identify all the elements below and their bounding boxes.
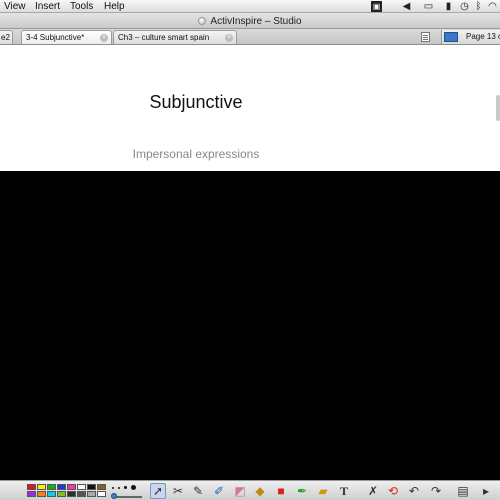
bluetooth-icon[interactable]: ᛒ [473,1,484,12]
close-icon[interactable]: × [225,34,233,42]
menu-help[interactable]: Help [104,0,125,13]
clear-icon[interactable]: ✗ [365,483,381,499]
menu-view[interactable]: View [4,0,26,13]
color-swatch[interactable] [77,484,86,490]
color-swatch[interactable] [27,484,36,490]
tab-bar: e2 3-4 Subjunctive* × Ch3 – culture smar… [0,29,500,45]
battery-icon[interactable]: ▮ [443,1,454,12]
document-icon [198,17,207,25]
title-bar: ActivInspire – Studio [0,13,500,29]
blank-canvas-area [0,171,500,480]
notes-icon[interactable] [421,32,430,42]
tab-3-4-subjunctive[interactable]: 3-4 Subjunctive* × [21,30,112,44]
flipchart-page[interactable]: Subjunctive Impersonal expressions [0,45,500,171]
color-swatch[interactable] [67,484,76,490]
display-icon[interactable]: ▭ [423,1,434,12]
undo-icon[interactable]: ↶ [406,483,422,499]
select-tool-icon[interactable]: ➚ [150,483,166,499]
color-swatch[interactable] [87,484,96,490]
tab-label: 3-4 Subjunctive* [26,33,85,42]
more-icon[interactable]: ▸ [478,483,494,499]
vertical-scrollbar[interactable] [496,95,500,121]
tab-ch3-culture-smart-spain[interactable]: Ch3 – culture smart spain × [113,30,237,44]
eraser-icon[interactable]: ◩ [232,483,248,499]
slide-title: Subjunctive [149,92,243,112]
color-swatch[interactable] [67,491,76,497]
page-indicator[interactable]: Page 13 o [441,30,500,44]
connector-icon[interactable]: ▰ [315,483,331,499]
tab-previous-flipchart[interactable]: e2 [0,30,13,44]
color-swatch[interactable] [87,491,96,497]
color-swatch[interactable] [37,484,46,490]
color-swatch[interactable] [57,491,66,497]
reset-icon[interactable]: ⟲ [385,483,401,499]
pen-width-slider-knob[interactable] [111,493,117,499]
menubar-app-icon[interactable]: ▣ [371,1,382,12]
pen-width-dot[interactable] [124,486,127,489]
tab-label: e2 [1,33,10,42]
pen-width-slider-track[interactable] [116,496,142,498]
slide-subtitle: Impersonal expressions [132,147,260,161]
pen-width-dot[interactable] [131,485,136,490]
color-swatch[interactable] [77,491,86,497]
pen-tool-icon[interactable]: ✎ [190,483,206,499]
wifi-icon[interactable]: ◠ [487,1,498,12]
page-number-label: Page 13 o [466,32,500,41]
text-tool-icon[interactable]: T [336,483,352,499]
time-machine-icon[interactable]: ◷ [459,1,470,12]
audio-icon[interactable]: ◀ [401,1,412,12]
fill-icon[interactable]: ◆ [252,483,268,499]
redo-icon[interactable]: ↷ [428,483,444,499]
pen-width-dot[interactable] [118,487,120,489]
color-swatch[interactable] [47,491,56,497]
highlighter-icon[interactable]: ✐ [211,483,227,499]
screen: View Insert Tools Help ▣ ◀ ▭ ▮ ◷ ᛒ ◠ Act… [0,0,500,500]
magic-ink-icon[interactable]: ✒ [294,483,310,499]
tab-label: Ch3 – culture smart spain [118,33,210,42]
tools-menu-icon[interactable]: ✂ [170,483,186,499]
page-icon[interactable]: ▤ [455,483,471,499]
color-swatch[interactable] [47,484,56,490]
window-title-text: ActivInspire – Studio [210,16,302,27]
menu-bar: View Insert Tools Help ▣ ◀ ▭ ▮ ◷ ᛒ ◠ [0,0,500,13]
color-swatch[interactable] [97,484,106,490]
menu-insert[interactable]: Insert [35,0,60,13]
color-palette [27,484,107,498]
window-title: ActivInspire – Studio [0,15,500,28]
shape-icon[interactable]: ■ [273,483,289,499]
menu-tools[interactable]: Tools [70,0,93,13]
color-swatch[interactable] [97,491,106,497]
close-icon[interactable]: × [100,34,108,42]
page-thumbnail-icon [444,32,458,42]
main-toolbox: ➚ ✂ ✎ ✐ ◩ ◆ ■ ✒ ▰ T ✗ ⟲ ↶ ↷ ▤ ▸ [0,480,500,500]
color-swatch[interactable] [27,491,36,497]
color-swatch[interactable] [37,491,46,497]
color-swatch[interactable] [57,484,66,490]
pen-width-dot[interactable] [112,487,114,489]
